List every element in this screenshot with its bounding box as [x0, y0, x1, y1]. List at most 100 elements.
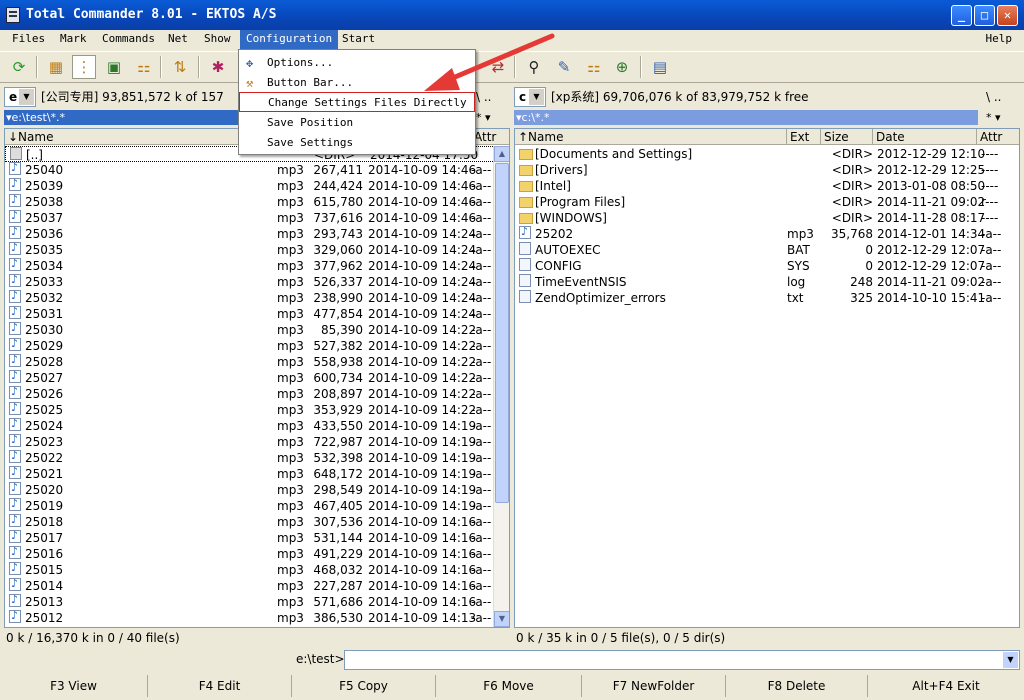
- scroll-thumb[interactable]: [495, 163, 509, 503]
- list-item[interactable]: [Documents and Settings] <DIR> 2012-12-29 …: [515, 146, 1019, 162]
- list-item[interactable]: 25026 mp3 208,897 2014-10-09 14:22-a--: [5, 384, 509, 402]
- right-header-name[interactable]: ↑Name: [515, 129, 787, 145]
- left-scrollbar[interactable]: ▲ ▼: [493, 146, 509, 627]
- pack-icon[interactable]: ✱: [206, 55, 230, 79]
- right-path-bar[interactable]: ▾c:\*.*: [514, 110, 978, 125]
- left-header-attr[interactable]: Attr: [471, 129, 509, 145]
- menu-show[interactable]: Show: [198, 30, 237, 49]
- f7-newfolder-button[interactable]: F7 NewFolder: [582, 675, 726, 697]
- list-item[interactable]: 25040 mp3 267,411 2014-10-09 14:46-a--: [5, 160, 509, 178]
- file-date: 2014-11-21 09:02: [877, 195, 986, 209]
- left-header-name[interactable]: ↓Name: [5, 129, 275, 145]
- menu-item-save-position[interactable]: Save Position: [239, 113, 475, 133]
- chevron-down-icon[interactable]: ▼: [1003, 652, 1018, 668]
- list-item[interactable]: 25031 mp3 477,854 2014-10-09 14:24-a--: [5, 304, 509, 322]
- right-history-button[interactable]: * ▾: [986, 110, 1001, 125]
- tree-view-icon[interactable]: ⚏: [132, 55, 156, 79]
- thumbnail-view-icon[interactable]: ▣: [102, 55, 126, 79]
- audio-file-icon: [9, 304, 21, 320]
- list-item[interactable]: 25032 mp3 238,990 2014-10-09 14:24-a--: [5, 288, 509, 306]
- list-item[interactable]: 25036 mp3 293,743 2014-10-09 14:24-a--: [5, 224, 509, 242]
- list-item[interactable]: [Intel] <DIR> 2013-01-08 08:50 ----: [515, 178, 1019, 194]
- list-item[interactable]: 25028 mp3 558,938 2014-10-09 14:22-a--: [5, 352, 509, 370]
- list-item[interactable]: 25039 mp3 244,424 2014-10-09 14:46-a--: [5, 176, 509, 194]
- close-button[interactable]: ✕: [997, 5, 1018, 26]
- rename-icon[interactable]: ✎: [552, 55, 576, 79]
- list-item[interactable]: [Program Files] <DIR> 2014-11-21 09:02 r---: [515, 194, 1019, 210]
- list-item[interactable]: 25035 mp3 329,060 2014-10-09 14:24-a--: [5, 240, 509, 258]
- list-item[interactable]: TimeEventNSIS log 248 2014-11-21 09:02 -a--: [515, 274, 1019, 290]
- list-item[interactable]: 25030 mp3 85,390 2014-10-09 14:22-a--: [5, 320, 509, 338]
- left-drive-select[interactable]: e ▼: [4, 87, 36, 107]
- list-item[interactable]: 25023 mp3 722,987 2014-10-09 14:19-a--: [5, 432, 509, 450]
- scroll-up-arrow-icon[interactable]: ▲: [494, 146, 509, 162]
- f5-copy-button[interactable]: F5 Copy: [292, 675, 436, 697]
- list-item[interactable]: AUTOEXEC BAT 0 2012-12-29 12:07 -a--: [515, 242, 1019, 258]
- brief-view-icon[interactable]: ▦: [44, 55, 68, 79]
- list-item[interactable]: 25037 mp3 737,616 2014-10-09 14:46-a--: [5, 208, 509, 226]
- refresh-icon[interactable]: ⟳: [7, 55, 31, 79]
- minimize-button[interactable]: _: [951, 5, 972, 26]
- list-item[interactable]: 25017 mp3 531,144 2014-10-09 14:16-a--: [5, 528, 509, 546]
- list-item[interactable]: 25015 mp3 468,032 2014-10-09 14:16-a--: [5, 560, 509, 578]
- search-icon[interactable]: ⚲: [522, 55, 546, 79]
- menu-start[interactable]: Start: [336, 30, 381, 49]
- f3-view-button[interactable]: F3 View: [0, 675, 148, 697]
- notepad-icon[interactable]: ▤: [648, 55, 672, 79]
- menu-item-save-settings[interactable]: Save Settings: [239, 133, 475, 153]
- menu-help[interactable]: Help: [980, 30, 1019, 49]
- menu-net[interactable]: Net: [162, 30, 194, 49]
- list-item[interactable]: 25018 mp3 307,536 2014-10-09 14:16-a--: [5, 512, 509, 530]
- menu-configuration[interactable]: Configuration: [240, 30, 339, 49]
- f6-move-button[interactable]: F6 Move: [436, 675, 582, 697]
- list-item[interactable]: 25025 mp3 353,929 2014-10-09 14:22-a--: [5, 400, 509, 418]
- right-header-ext[interactable]: Ext: [787, 129, 821, 145]
- list-item[interactable]: ZendOptimizer_errors txt 325 2014-10-10 15:…: [515, 290, 1019, 306]
- list-item[interactable]: 25012 mp3 386,530 2014-10-09 14:13-a--: [5, 608, 509, 626]
- list-item[interactable]: 25027 mp3 600,734 2014-10-09 14:22-a--: [5, 368, 509, 386]
- list-item[interactable]: CONFIG SYS 0 2012-12-29 12:07 -a--: [515, 258, 1019, 274]
- left-root-parent-buttons[interactable]: \ ..: [476, 87, 492, 107]
- menu-commands[interactable]: Commands: [96, 30, 161, 49]
- compare-icon[interactable]: ⇅: [168, 55, 192, 79]
- menu-item-button-bar[interactable]: ⚒ Button Bar...: [239, 73, 475, 93]
- unpack-icon[interactable]: ⇄: [486, 55, 510, 79]
- ftp-icon[interactable]: ⊕: [610, 55, 634, 79]
- list-item[interactable]: 25029 mp3 527,382 2014-10-09 14:22-a--: [5, 336, 509, 354]
- list-item[interactable]: 25014 mp3 227,287 2014-10-09 14:16-a--: [5, 576, 509, 594]
- menu-item-change-settings-files[interactable]: Change Settings Files Directly: [239, 92, 475, 112]
- f4-edit-button[interactable]: F4 Edit: [148, 675, 292, 697]
- list-item[interactable]: 25024 mp3 433,550 2014-10-09 14:19-a--: [5, 416, 509, 434]
- full-view-icon[interactable]: ⋮: [72, 55, 96, 79]
- list-item[interactable]: 25013 mp3 571,686 2014-10-09 14:16-a--: [5, 592, 509, 610]
- list-item[interactable]: 25019 mp3 467,405 2014-10-09 14:19-a--: [5, 496, 509, 514]
- list-item[interactable]: [Drivers] <DIR> 2012-12-29 12:25 ----: [515, 162, 1019, 178]
- list-item[interactable]: [WINDOWS] <DIR> 2014-11-28 08:17 ----: [515, 210, 1019, 226]
- f8-delete-button[interactable]: F8 Delete: [726, 675, 868, 697]
- list-item[interactable]: 25022 mp3 532,398 2014-10-09 14:19-a--: [5, 448, 509, 466]
- right-drive-select[interactable]: c ▼: [514, 87, 546, 107]
- list-item[interactable]: 25038 mp3 615,780 2014-10-09 14:46-a--: [5, 192, 509, 210]
- menu-item-label: Change Settings Files Directly: [268, 96, 467, 109]
- list-item[interactable]: 25033 mp3 526,337 2014-10-09 14:24-a--: [5, 272, 509, 290]
- right-header-date[interactable]: Date: [873, 129, 977, 145]
- left-history-button[interactable]: * ▾: [476, 110, 491, 125]
- alt-f4-exit-button[interactable]: Alt+F4 Exit: [868, 675, 1024, 697]
- list-item[interactable]: 25021 mp3 648,172 2014-10-09 14:19-a--: [5, 464, 509, 482]
- menu-mark[interactable]: Mark: [54, 30, 93, 49]
- menu-files[interactable]: Files: [6, 30, 51, 49]
- file-name: 25021: [25, 467, 64, 481]
- list-item[interactable]: 25020 mp3 298,549 2014-10-09 14:19-a--: [5, 480, 509, 498]
- maximize-button[interactable]: □: [974, 5, 995, 26]
- right-header-size[interactable]: Size: [821, 129, 873, 145]
- command-line-input[interactable]: ▼: [344, 650, 1020, 670]
- file-date: 2014-10-09 14:19: [368, 483, 477, 497]
- list-item[interactable]: 25034 mp3 377,962 2014-10-09 14:24-a--: [5, 256, 509, 274]
- list-item[interactable]: 25202 mp3 35,768 2014-12-01 14:34-a--: [515, 224, 1019, 242]
- sync-icon[interactable]: ⚏: [582, 55, 606, 79]
- list-item[interactable]: 25016 mp3 491,229 2014-10-09 14:16-a--: [5, 544, 509, 562]
- scroll-down-arrow-icon[interactable]: ▼: [494, 611, 509, 627]
- right-root-parent-buttons[interactable]: \ ..: [986, 87, 1002, 107]
- right-header-attr[interactable]: Attr: [977, 129, 1019, 145]
- menu-item-options[interactable]: ✥ Options...: [239, 53, 475, 73]
